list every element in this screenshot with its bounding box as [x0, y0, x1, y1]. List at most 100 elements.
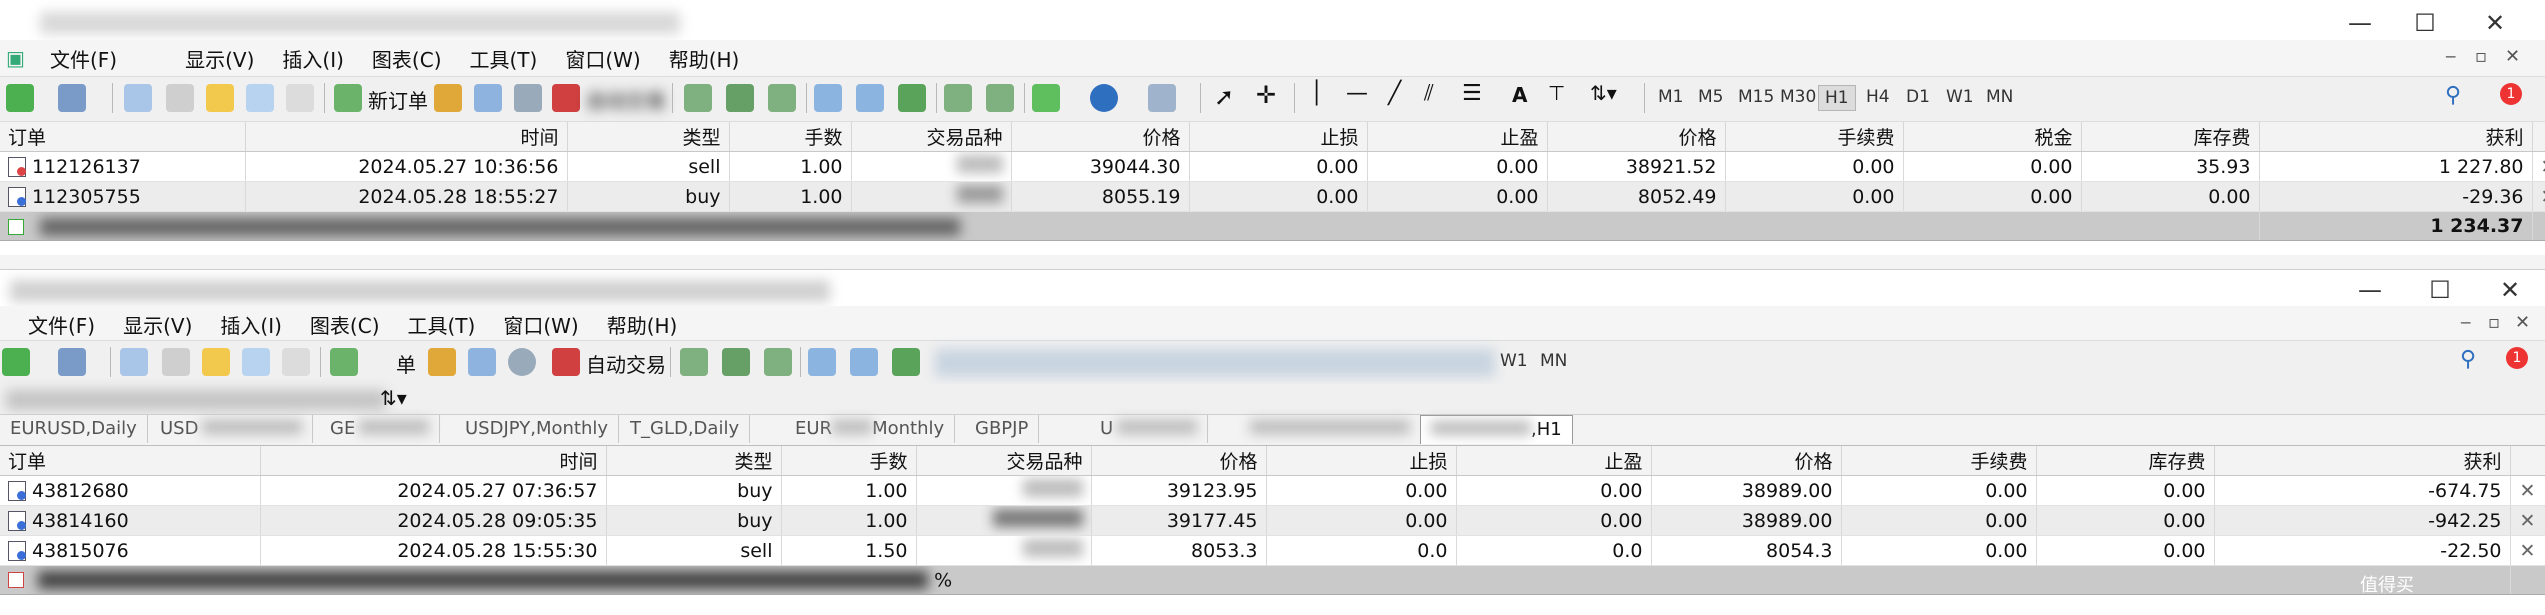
auto-trading-icon[interactable]	[552, 348, 580, 376]
tile-windows-icon[interactable]	[898, 84, 926, 112]
menu-insert[interactable]: 插入(I)	[206, 310, 296, 339]
new-order-icon[interactable]	[334, 84, 362, 112]
auto-trading-icon[interactable]	[552, 84, 580, 112]
menu-help[interactable]: 帮助(H)	[655, 44, 754, 73]
col-sl[interactable]: 止损	[1189, 122, 1368, 152]
col-order[interactable]: 订单	[0, 446, 261, 476]
col-type[interactable]: 类型	[567, 122, 730, 152]
bar-chart-icon[interactable]	[680, 348, 708, 376]
col-order[interactable]: 订单	[0, 122, 246, 152]
market-watch-icon[interactable]	[120, 348, 148, 376]
close-order-icon[interactable]: ✕	[2510, 475, 2545, 506]
line-chart-icon[interactable]	[764, 348, 792, 376]
new-chart-icon[interactable]	[6, 84, 34, 112]
line-chart-icon[interactable]	[768, 84, 796, 112]
meta-editor-icon[interactable]	[434, 84, 462, 112]
close-order-icon[interactable]: ✕	[2532, 151, 2545, 182]
tf-m30[interactable]: M30	[1774, 85, 1822, 109]
tf-h1[interactable]: H1	[1818, 85, 1856, 111]
navigator-icon[interactable]	[206, 84, 234, 112]
bar-chart-icon[interactable]	[684, 84, 712, 112]
tf-w1[interactable]: W1	[1940, 85, 1980, 109]
table-row[interactable]: 43814160 2024.05.28 09:05:35 buy 1.00 39…	[0, 505, 2545, 536]
cursor-icon[interactable]: ➚	[1214, 83, 1234, 111]
vertical-line-icon[interactable]: │	[1310, 81, 1323, 106]
tab-chart[interactable]: U	[1090, 415, 1209, 443]
col-symbol[interactable]: 交易品种	[916, 446, 1092, 476]
col-lots[interactable]: 手数	[729, 122, 852, 152]
search-icon[interactable]: ⚲	[2460, 347, 2476, 372]
close-order-icon[interactable]: ✕	[2532, 181, 2545, 212]
tab-chart-active[interactable]: ,H1	[1420, 415, 1573, 444]
mdi-close-icon[interactable]: ✕	[2515, 312, 2530, 333]
table-row[interactable]: 112126137 2024.05.27 10:36:56 sell 1.00 …	[0, 151, 2545, 182]
mdi-restore-icon[interactable]: ▫	[2488, 312, 2500, 333]
menu-charts[interactable]: 图表(C)	[296, 310, 394, 339]
tile-windows-icon[interactable]	[892, 348, 920, 376]
new-chart-icon[interactable]	[2, 348, 30, 376]
tab-chart[interactable]: EURUSD,Daily	[0, 415, 148, 443]
templates-icon[interactable]	[1148, 84, 1176, 112]
periods-icon[interactable]	[1090, 84, 1118, 112]
navigator-icon[interactable]	[202, 348, 230, 376]
notification-badge[interactable]: 1	[2506, 347, 2528, 369]
menu-window[interactable]: 窗口(W)	[551, 44, 654, 73]
signals-icon[interactable]	[468, 348, 496, 376]
col-current-price[interactable]: 价格	[1651, 446, 1842, 476]
close-order-icon[interactable]: ✕	[2510, 535, 2545, 566]
maximize-button[interactable]: ☐	[2405, 270, 2475, 310]
new-order-icon[interactable]	[330, 348, 358, 376]
crosshair-icon[interactable]: ✛	[1256, 81, 1276, 109]
table-row[interactable]: 43812680 2024.05.27 07:36:57 buy 1.00 39…	[0, 475, 2545, 506]
text-icon[interactable]: A	[1512, 83, 1527, 107]
menu-insert[interactable]: 插入(I)	[268, 44, 358, 73]
text-label-icon[interactable]: ⊤	[1548, 81, 1565, 105]
close-window-button[interactable]: ✕	[2475, 270, 2545, 310]
tf-m5[interactable]: M5	[1692, 85, 1729, 109]
menu-tools[interactable]: 工具(T)	[456, 44, 552, 73]
new-order-label[interactable]: 新订单	[368, 85, 428, 114]
candlestick-icon[interactable]	[722, 348, 750, 376]
tf-m1[interactable]: M1	[1652, 85, 1689, 109]
col-commission[interactable]: 手续费	[1841, 446, 2037, 476]
col-swap[interactable]: 库存费	[2081, 122, 2260, 152]
tab-chart[interactable]	[1240, 415, 1421, 443]
menu-charts[interactable]: 图表(C)	[358, 44, 456, 73]
trendline-icon[interactable]: ╱	[1388, 81, 1401, 106]
arrows-icon[interactable]: ⇅▾	[1590, 81, 1617, 105]
tab-chart[interactable]: USD	[150, 415, 314, 443]
profiles-icon[interactable]	[58, 348, 86, 376]
data-window-icon[interactable]	[166, 84, 194, 112]
chart-shift-icon[interactable]	[986, 84, 1014, 112]
tf-mn[interactable]: MN	[1980, 85, 2019, 109]
tester-icon[interactable]	[282, 348, 310, 376]
col-price[interactable]: 价格	[1091, 446, 1267, 476]
zoom-out-icon[interactable]	[856, 84, 884, 112]
col-time[interactable]: 时间	[245, 122, 568, 152]
tab-chart[interactable]: USDJPY,Monthly	[455, 415, 620, 443]
mdi-minimize-icon[interactable]: ‒	[2460, 312, 2471, 333]
col-lots[interactable]: 手数	[781, 446, 917, 476]
terminal-icon[interactable]	[242, 348, 270, 376]
col-tax[interactable]: 税金	[1903, 122, 2082, 152]
col-tp[interactable]: 止盈	[1367, 122, 1548, 152]
fibonacci-icon[interactable]: ☰	[1462, 81, 1482, 106]
col-time[interactable]: 时间	[260, 446, 607, 476]
col-profit[interactable]: 获利	[2214, 446, 2511, 476]
col-profit[interactable]: 获利	[2259, 122, 2533, 152]
col-commission[interactable]: 手续费	[1725, 122, 1904, 152]
new-order-label[interactable]: 单	[396, 349, 416, 378]
col-price[interactable]: 价格	[1011, 122, 1190, 152]
mdi-minimize-icon[interactable]: ‒	[2445, 46, 2456, 67]
mdi-close-icon[interactable]: ✕	[2505, 46, 2520, 67]
table-row[interactable]: 43815076 2024.05.28 15:55:30 sell 1.50 8…	[0, 535, 2545, 566]
tab-chart[interactable]: T_GLD,Daily	[620, 415, 751, 443]
profiles-icon[interactable]	[58, 84, 86, 112]
tf-h4[interactable]: H4	[1860, 85, 1896, 109]
tf-mn[interactable]: MN	[1534, 349, 1573, 373]
col-tp[interactable]: 止盈	[1456, 446, 1652, 476]
tab-chart[interactable]: GE	[320, 415, 441, 443]
table-row[interactable]: 112305755 2024.05.28 18:55:27 buy 1.00 8…	[0, 181, 2545, 212]
close-order-icon[interactable]: ✕	[2510, 505, 2545, 536]
menu-help[interactable]: 帮助(H)	[593, 310, 692, 339]
